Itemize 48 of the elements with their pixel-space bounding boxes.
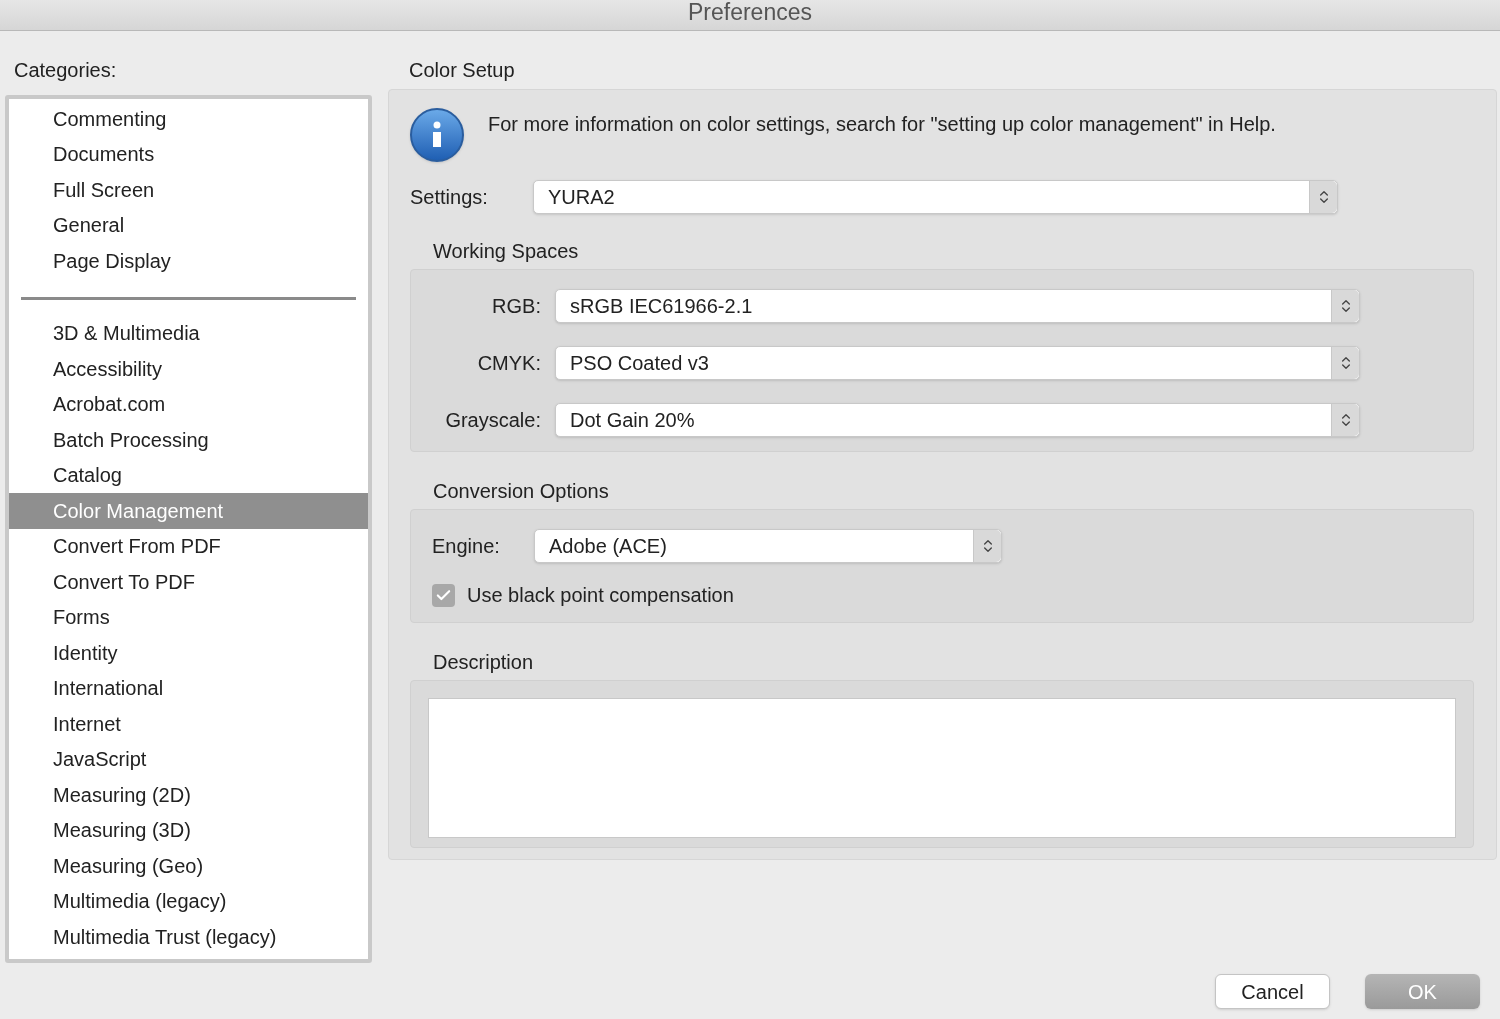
category-item[interactable]: Measuring (3D) bbox=[9, 812, 368, 848]
category-item[interactable]: Multimedia Trust (legacy) bbox=[9, 919, 368, 955]
field-label: Grayscale: bbox=[445, 408, 541, 433]
category-item[interactable]: Commenting bbox=[9, 101, 368, 137]
field-label: RGB: bbox=[492, 294, 541, 319]
category-item[interactable]: Convert From PDF bbox=[9, 528, 368, 564]
settings-label: Settings: bbox=[410, 185, 489, 210]
stepper-icon bbox=[1331, 347, 1359, 379]
category-item[interactable]: Batch Processing bbox=[9, 422, 368, 458]
window-title: Preferences bbox=[688, 0, 812, 24]
category-item[interactable]: General bbox=[9, 207, 368, 243]
group-title: Conversion Options bbox=[433, 479, 610, 504]
category-item[interactable]: International bbox=[9, 670, 368, 706]
stepper-icon bbox=[973, 530, 1001, 562]
checkbox-label: Use black point compensation bbox=[467, 583, 734, 608]
category-item[interactable]: Measuring (2D) bbox=[9, 777, 368, 813]
category-item[interactable]: 3D & Multimedia bbox=[9, 315, 368, 351]
category-item[interactable]: JavaScript bbox=[9, 741, 368, 777]
category-item[interactable]: Measuring (Geo) bbox=[9, 848, 368, 884]
info-text: For more information on color settings, search for "setting up color management" in Help. bbox=[488, 112, 1276, 137]
category-item[interactable]: Internet bbox=[9, 706, 368, 742]
dropdown-select[interactable]: YURA2 bbox=[533, 180, 1338, 214]
category-item[interactable]: Acrobat.com bbox=[9, 386, 368, 422]
category-item[interactable]: Documents bbox=[9, 136, 368, 172]
categories-label: Categories: bbox=[14, 58, 118, 83]
category-item[interactable]: Convert To PDF bbox=[9, 564, 368, 600]
category-item[interactable]: Page Display bbox=[9, 243, 368, 279]
dropdown-select[interactable]: Adobe (ACE) bbox=[534, 529, 1002, 563]
category-item[interactable]: Catalog bbox=[9, 457, 368, 493]
group-title: Working Spaces bbox=[433, 239, 580, 264]
cancel-button[interactable]: Cancel bbox=[1215, 974, 1330, 1009]
dropdown-select[interactable]: Dot Gain 20% bbox=[555, 403, 1360, 437]
stepper-icon bbox=[1331, 290, 1359, 322]
dropdown-select[interactable]: sRGB IEC61966-2.1 bbox=[555, 289, 1360, 323]
stepper-icon bbox=[1331, 404, 1359, 436]
field-label: CMYK: bbox=[477, 351, 541, 376]
section-title: Color Setup bbox=[409, 58, 516, 83]
checkbox[interactable] bbox=[432, 583, 455, 607]
engine-label: Engine: bbox=[432, 534, 501, 559]
category-item[interactable]: Accessibility bbox=[9, 351, 368, 387]
info-icon bbox=[410, 108, 464, 162]
dropdown-select[interactable]: PSO Coated v3 bbox=[555, 346, 1360, 380]
group-title: Description bbox=[433, 650, 535, 675]
category-item[interactable]: Identity bbox=[9, 635, 368, 671]
stepper-icon bbox=[1309, 181, 1337, 213]
category-item[interactable]: Full Screen bbox=[9, 172, 368, 208]
category-item[interactable]: Multimedia (legacy) bbox=[9, 883, 368, 919]
category-item[interactable]: Forms bbox=[9, 599, 368, 635]
